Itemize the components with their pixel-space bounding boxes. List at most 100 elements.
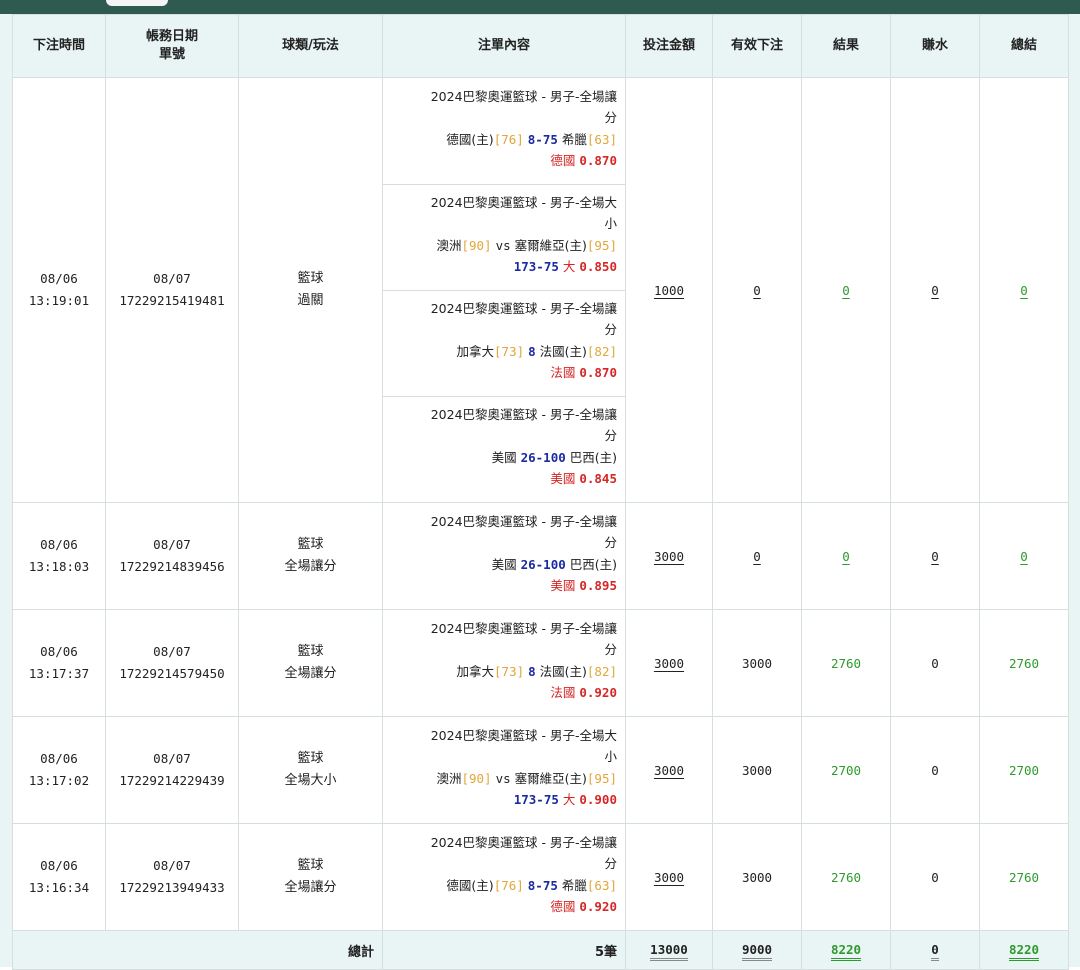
totals-result[interactable]: 8220 (801, 930, 891, 970)
team-a-score: [73] (494, 663, 525, 679)
play-type: 全場讓分 (284, 666, 337, 681)
team-a-score: [73] (494, 343, 525, 359)
odds: 0.920 (579, 685, 617, 700)
league-name-tail: 分 (604, 535, 617, 550)
bet-leg: 2024巴黎奧運籃球 - 男子-全場讓分美國 26-100 巴西(主) 美國 0.… (383, 397, 625, 502)
result-value: 2760 (830, 655, 862, 671)
total-line: 173-75 (513, 259, 559, 274)
valid-bet-cell[interactable]: 0 (712, 77, 802, 503)
team-a: 美國 (491, 556, 517, 572)
result-cell: 2760 (801, 609, 891, 717)
handicap: 8-75 (527, 877, 558, 893)
account-date-cell: 08/07 17229214229439 (105, 716, 239, 824)
valid-bet-value: 3000 (741, 762, 773, 778)
odds: 0.895 (579, 578, 617, 593)
totals-valid[interactable]: 9000 (712, 930, 802, 970)
totals-count: 5筆 (382, 930, 626, 970)
commission-value: 0 (931, 655, 939, 671)
result-value: 2760 (830, 869, 862, 885)
versus-label: vs (495, 237, 511, 253)
total-value: 0 (1020, 282, 1028, 298)
result-value: 0 (842, 282, 850, 298)
handicap: 8-75 (527, 131, 558, 147)
ticket-number: 17229213949433 (119, 880, 225, 895)
bet-leg: 2024巴黎奧運籃球 - 男子-全場大小澳洲[90] vs 塞爾維亞(主)[95… (383, 718, 625, 823)
totals-commission[interactable]: 0 (890, 930, 980, 970)
bet-amount-cell[interactable]: 3000 (625, 609, 713, 717)
bet-time-cell: 08/06 13:19:01 (12, 77, 106, 503)
team-a-score: [76] (493, 877, 524, 893)
result-cell[interactable]: 0 (801, 502, 891, 610)
commission-cell[interactable]: 0 (890, 502, 980, 610)
ticket-number: 17229214229439 (119, 773, 225, 788)
totals-total[interactable]: 8220 (979, 930, 1069, 970)
top-bar (0, 0, 1080, 14)
league-name: 2024巴黎奧運籃球 - 男子-全場讓 (430, 834, 617, 850)
commission-value: 0 (931, 282, 939, 298)
team-b: 塞爾維亞(主) (514, 770, 587, 786)
bet-amount-cell[interactable]: 3000 (625, 823, 713, 931)
total-line: 173-75 (513, 792, 559, 807)
bet-content-cell: 2024巴黎奧運籃球 - 男子-全場讓分德國(主)[76] 8-75 希臘[63… (382, 823, 626, 931)
valid-bet-value: 0 (753, 548, 761, 564)
ticket-number: 17229214579450 (119, 666, 225, 681)
bet-leg: 2024巴黎奧運籃球 - 男子-全場讓分德國(主)[76] 8-75 希臘[63… (383, 825, 625, 930)
bet-clock: 13:16:34 (28, 880, 90, 895)
league-name: 2024巴黎奧運籃球 - 男子-全場讓 (430, 88, 617, 104)
bet-leg: 2024巴黎奧運籃球 - 男子-全場大小澳洲[90] vs 塞爾維亞(主)[95… (383, 185, 625, 291)
bet-clock: 13:19:01 (28, 293, 90, 308)
team-a: 美國 (491, 449, 517, 465)
total-cell: 2700 (979, 716, 1069, 824)
bet-history-table: 下注時間 帳務日期 單號 球類/玩法 注單內容 投注金額 有效下注 結果 賺水 總… (12, 14, 1069, 970)
team-a: 加拿大 (456, 663, 495, 679)
commission-cell[interactable]: 0 (890, 77, 980, 503)
bet-date: 08/06 (40, 858, 78, 873)
bet-amount-value: 3000 (653, 655, 685, 671)
header-sport-play: 球類/玩法 (238, 14, 383, 78)
result-cell[interactable]: 0 (801, 77, 891, 503)
header-bet-amount: 投注金額 (625, 14, 713, 78)
right-margin (1068, 14, 1080, 967)
play-type: 過關 (297, 293, 324, 308)
bet-leg: 2024巴黎奧運籃球 - 男子-全場讓分加拿大[73] 8 法國(主)[82] 法… (383, 291, 625, 397)
commission-value: 0 (931, 869, 939, 885)
bet-content-cell: 2024巴黎奧運籃球 - 男子-全場讓分德國(主)[76] 8-75 希臘[63… (382, 77, 626, 503)
bet-amount-value: 3000 (653, 548, 685, 564)
ticket-number: 17229214839456 (119, 559, 225, 574)
account-date-cell: 08/07 17229213949433 (105, 823, 239, 931)
team-a: 德國(主) (446, 131, 494, 147)
totals-row: 總計 5筆 13000 9000 8220 0 8220 (12, 930, 1069, 970)
commission-cell: 0 (890, 716, 980, 824)
pick: 美國 (550, 578, 576, 593)
result-value: 0 (842, 548, 850, 564)
league-name-tail: 分 (604, 856, 617, 871)
valid-bet-cell: 3000 (712, 609, 802, 717)
team-b: 法國(主) (539, 663, 587, 679)
bet-time-cell: 08/06 13:17:02 (12, 716, 106, 824)
sport-play-cell: 籃球 全場讓分 (238, 502, 383, 610)
commission-value: 0 (931, 548, 939, 564)
valid-bet-cell[interactable]: 0 (712, 502, 802, 610)
total-cell[interactable]: 0 (979, 502, 1069, 610)
bet-date: 08/06 (40, 751, 78, 766)
team-b-score: [82] (586, 343, 617, 359)
top-tab-handle[interactable] (106, 0, 168, 6)
league-name-tail: 分 (604, 110, 617, 125)
team-b: 巴西(主) (569, 449, 617, 465)
total-cell[interactable]: 0 (979, 77, 1069, 503)
bet-amount-cell[interactable]: 3000 (625, 502, 713, 610)
totals-amount[interactable]: 13000 (625, 930, 713, 970)
valid-bet-value: 3000 (741, 655, 773, 671)
team-a-score: [90] (461, 770, 492, 786)
bet-amount-value: 1000 (653, 282, 685, 298)
team-b: 法國(主) (539, 343, 587, 359)
total-cell: 2760 (979, 823, 1069, 931)
league-name-tail: 小 (604, 216, 617, 231)
bet-amount-cell[interactable]: 3000 (625, 716, 713, 824)
pick: 法國 (550, 365, 576, 380)
sport-play-cell: 籃球 全場讓分 (238, 823, 383, 931)
sport-name: 籃球 (297, 751, 324, 766)
bet-amount-cell[interactable]: 1000 (625, 77, 713, 503)
sport-name: 籃球 (297, 271, 324, 286)
header-total: 總結 (979, 14, 1069, 78)
